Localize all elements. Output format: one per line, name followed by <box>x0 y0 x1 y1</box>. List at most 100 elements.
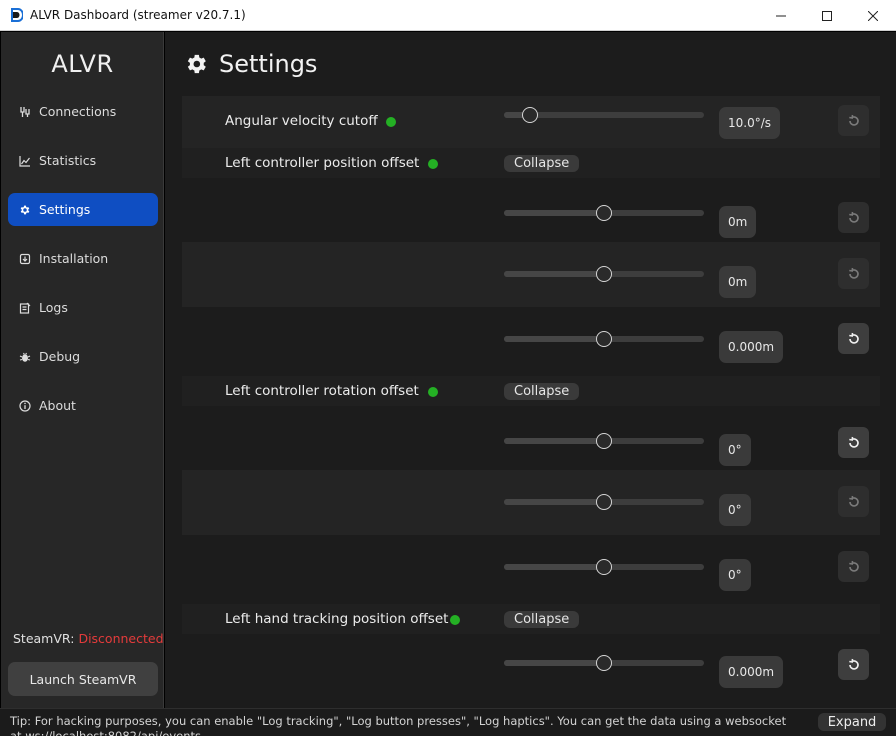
sidebar-item-label: Statistics <box>39 153 97 168</box>
slider-fill <box>504 564 604 570</box>
minimize-icon <box>776 15 786 16</box>
logs-icon <box>18 301 32 315</box>
tip-bar: Tip: For hacking purposes, you can enabl… <box>0 708 896 736</box>
gear-icon <box>18 203 32 217</box>
value-field[interactable]: 0m <box>719 266 757 298</box>
status-dot <box>386 117 396 127</box>
slider-fill <box>504 336 604 342</box>
close-icon <box>868 10 878 21</box>
slider[interactable] <box>504 494 704 510</box>
value-field[interactable]: 0° <box>719 434 751 466</box>
slider-knob[interactable] <box>596 494 612 510</box>
setting-label: Left controller rotation offset <box>225 383 419 399</box>
value-field[interactable]: 0m <box>719 206 757 238</box>
info-icon <box>18 399 32 413</box>
sidebar-item-debug[interactable]: Debug <box>8 340 158 373</box>
status-dot <box>428 387 438 397</box>
value-field[interactable]: 0° <box>719 559 751 591</box>
slider-knob[interactable] <box>596 266 612 282</box>
slider-fill <box>504 438 604 444</box>
status-dot <box>428 159 438 169</box>
setting-row-left-controller-rotation-offset: Left controller rotation offset Collapse <box>182 376 880 406</box>
close-button[interactable] <box>850 0 896 31</box>
steamvr-status: SteamVR: Disconnected <box>13 631 164 646</box>
setting-label: Left hand tracking position offset <box>225 611 449 627</box>
setting-row-lhp-x: 0.000m <box>182 634 880 704</box>
setting-row-lcp-x: 0m <box>182 178 880 242</box>
sidebar-item-label: Debug <box>39 349 81 364</box>
connections-icon <box>18 105 32 119</box>
slider[interactable] <box>504 331 704 347</box>
sidebar: ALVR Connections Statistics Settings Ins… <box>1 32 164 708</box>
value-field[interactable]: 10.0°/s <box>719 107 781 139</box>
reset-icon <box>848 114 859 126</box>
value-field[interactable]: 0.000m <box>719 331 784 363</box>
download-icon <box>18 252 32 266</box>
reset-button[interactable] <box>838 258 869 289</box>
window-titlebar: ALVR Dashboard (streamer v20.7.1) <box>0 0 896 31</box>
reset-icon <box>848 332 859 344</box>
value-field[interactable]: 0.000m <box>719 656 784 688</box>
slider[interactable] <box>504 205 704 221</box>
reset-icon <box>848 495 859 507</box>
steamvr-status-value: Disconnected <box>78 631 164 646</box>
sidebar-item-settings[interactable]: Settings <box>8 193 158 226</box>
expand-button[interactable]: Expand <box>818 713 886 731</box>
slider-knob[interactable] <box>596 655 612 671</box>
reset-icon <box>848 267 859 279</box>
sidebar-item-logs[interactable]: Logs <box>8 291 158 324</box>
setting-row-lcr-y: 0° <box>182 470 880 535</box>
launch-steamvr-button[interactable]: Launch SteamVR <box>8 662 158 696</box>
setting-row-lcr-z: 0° <box>182 535 880 600</box>
slider-knob[interactable] <box>596 559 612 575</box>
slider-knob[interactable] <box>596 433 612 449</box>
reset-button[interactable] <box>838 202 869 233</box>
reset-icon <box>848 436 859 448</box>
sidebar-item-label: Logs <box>39 300 68 315</box>
reset-icon <box>848 211 859 223</box>
minimize-button[interactable] <box>758 0 804 31</box>
slider-fill <box>504 271 604 277</box>
setting-label: Angular velocity cutoff <box>225 113 378 129</box>
reset-button[interactable] <box>838 486 869 517</box>
setting-row-angular-velocity-cutoff: Angular velocity cutoff 10.0°/s <box>182 96 880 148</box>
collapse-button[interactable]: Collapse <box>504 611 580 628</box>
reset-icon <box>848 560 859 572</box>
slider-fill <box>504 210 604 216</box>
slider[interactable] <box>504 433 704 449</box>
sidebar-item-installation[interactable]: Installation <box>8 242 158 275</box>
sidebar-item-label: About <box>39 398 76 413</box>
brand-title: ALVR <box>51 50 114 78</box>
sidebar-item-label: Settings <box>39 202 91 217</box>
slider-knob[interactable] <box>596 331 612 347</box>
slider-knob[interactable] <box>522 107 538 123</box>
slider[interactable] <box>504 655 704 671</box>
slider-fill <box>504 499 604 505</box>
reset-button[interactable] <box>838 551 869 582</box>
value-field[interactable]: 0° <box>719 494 751 526</box>
sidebar-item-label: Connections <box>39 104 117 119</box>
setting-row-lcp-y: 0m <box>182 242 880 307</box>
reset-button[interactable] <box>838 427 869 458</box>
reset-button[interactable] <box>838 105 869 136</box>
collapse-button[interactable]: Collapse <box>504 155 580 172</box>
maximize-button[interactable] <box>804 0 850 31</box>
collapse-button[interactable]: Collapse <box>504 383 580 400</box>
page-title-text: Settings <box>219 50 318 78</box>
slider-knob[interactable] <box>596 205 612 221</box>
sidebar-item-connections[interactable]: Connections <box>8 95 158 128</box>
slider[interactable] <box>504 559 704 575</box>
settings-panel: Settings Angular velocity cutoff 10.0°/s… <box>165 32 896 708</box>
reset-button[interactable] <box>838 323 869 354</box>
slider[interactable] <box>504 266 704 282</box>
sidebar-item-statistics[interactable]: Statistics <box>8 144 158 177</box>
settings-list[interactable]: Angular velocity cutoff 10.0°/s Left con… <box>182 96 880 708</box>
reset-icon <box>848 658 859 670</box>
sidebar-item-label: Installation <box>39 251 109 266</box>
setting-row-lcr-x: 0° <box>182 406 880 470</box>
reset-button[interactable] <box>838 649 869 680</box>
slider[interactable] <box>504 107 704 123</box>
sidebar-item-about[interactable]: About <box>8 389 158 422</box>
setting-label: Left controller position offset <box>225 155 420 171</box>
bug-icon <box>18 350 32 364</box>
